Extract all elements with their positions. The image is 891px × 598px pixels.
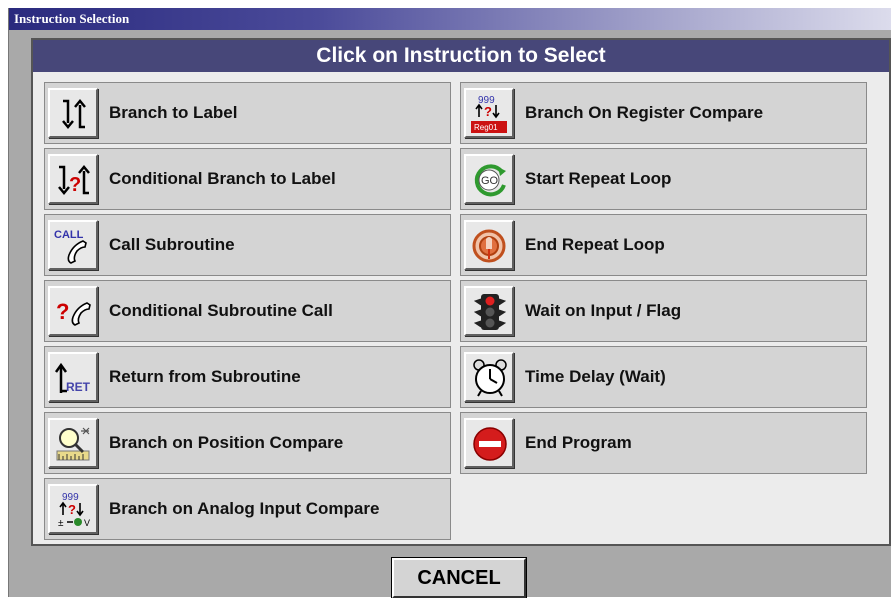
plusminus-text: ±: [58, 518, 64, 529]
svg-text:?: ?: [484, 104, 492, 119]
conditional-branch-icon[interactable]: ?: [48, 154, 98, 204]
item-label: Branch on Position Compare: [109, 433, 344, 452]
item-end-repeat-loop[interactable]: End Repeat Loop: [460, 214, 867, 276]
instruction-panel: Click on Instruction to Select Branch to…: [31, 38, 891, 546]
item-label: Call Subroutine: [109, 235, 235, 254]
item-label: Return from Subroutine: [109, 367, 301, 386]
item-label: Branch On Register Compare: [525, 103, 764, 122]
go-loop-icon[interactable]: GO: [464, 154, 514, 204]
return-ret-icon[interactable]: RET: [48, 352, 98, 402]
item-label: Conditional Subroutine Call: [109, 301, 333, 320]
item-conditional-branch[interactable]: ? Conditional Branch to Label: [44, 148, 451, 210]
item-return-subroutine[interactable]: RET Return from Subroutine: [44, 346, 451, 408]
ret-text: RET: [66, 380, 91, 394]
end-loop-icon[interactable]: [464, 220, 514, 270]
item-label: End Program: [525, 433, 632, 452]
item-label: Wait on Input / Flag: [525, 301, 682, 320]
item-register-compare[interactable]: 999 ? Reg01 Branch On Register Compare: [460, 82, 867, 144]
item-position-compare[interactable]: Branch on Position Compare: [44, 412, 451, 474]
svg-text:?: ?: [56, 299, 69, 324]
volt-text: V: [84, 518, 90, 528]
item-conditional-call[interactable]: ? Conditional Subroutine Call: [44, 280, 451, 342]
item-label: Branch to Label: [109, 103, 238, 122]
item-call-subroutine[interactable]: CALL Call Subroutine: [44, 214, 451, 276]
item-label: End Repeat Loop: [525, 235, 665, 254]
register-compare-icon[interactable]: 999 ? Reg01: [464, 88, 514, 138]
window-title: Instruction Selection: [9, 8, 891, 30]
branch-arrows-icon[interactable]: [48, 88, 98, 138]
call-phone-icon[interactable]: CALL: [48, 220, 98, 270]
item-start-repeat-loop[interactable]: GO Start Repeat Loop: [460, 148, 867, 210]
alarm-clock-icon[interactable]: [464, 352, 514, 402]
instruction-selection-window: Instruction Selection Click on Instructi…: [8, 8, 891, 598]
item-analog-compare[interactable]: 999 ? ± V Branch on Analog Input Compare: [44, 478, 451, 540]
item-time-delay[interactable]: Time Delay (Wait): [460, 346, 867, 408]
cancel-button[interactable]: CANCEL: [391, 557, 527, 598]
conditional-call-icon[interactable]: ?: [48, 286, 98, 336]
item-label: Start Repeat Loop: [525, 169, 672, 188]
stop-icon[interactable]: [464, 418, 514, 468]
analog-compare-icon[interactable]: 999 ? ± V: [48, 484, 98, 534]
position-compare-icon[interactable]: [48, 418, 98, 468]
traffic-light-icon[interactable]: [464, 286, 514, 336]
panel-header: Click on Instruction to Select: [33, 40, 889, 72]
svg-text:?: ?: [68, 502, 76, 517]
svg-text:?: ?: [69, 174, 81, 196]
item-label: Conditional Branch to Label: [109, 169, 336, 188]
call-text: CALL: [54, 229, 84, 241]
item-label: Branch on Analog Input Compare: [109, 499, 380, 518]
item-branch-to-label[interactable]: Branch to Label: [44, 82, 451, 144]
item-label: Time Delay (Wait): [525, 367, 666, 386]
reg-text: Reg01: [474, 123, 498, 132]
item-end-program[interactable]: End Program: [460, 412, 867, 474]
item-wait-input-flag[interactable]: Wait on Input / Flag: [460, 280, 867, 342]
go-text: GO: [481, 175, 499, 187]
